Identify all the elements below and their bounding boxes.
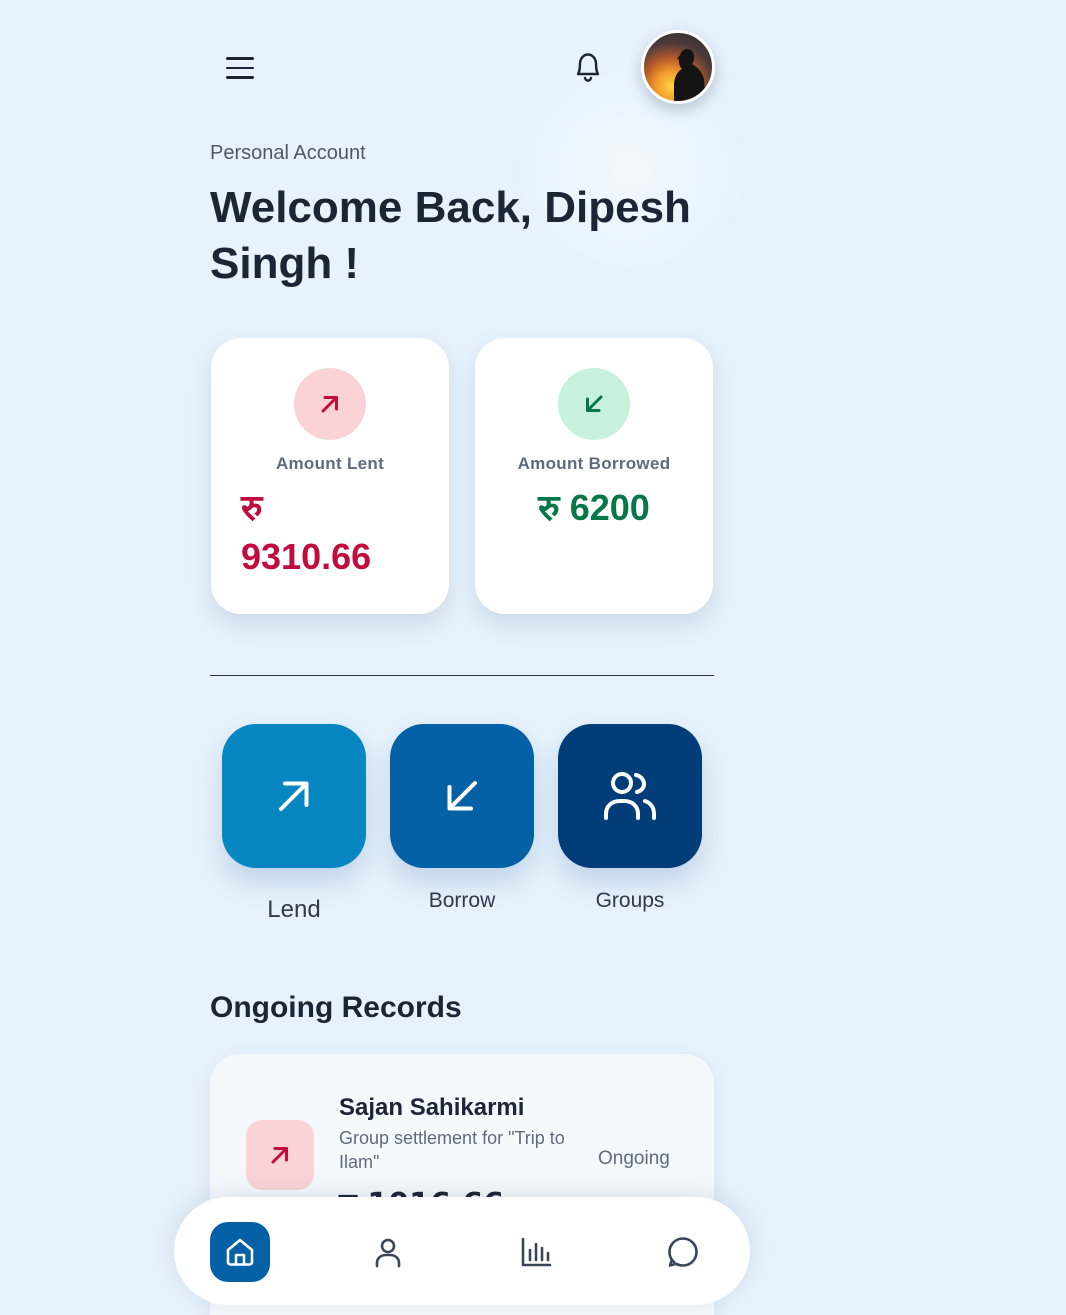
user-icon bbox=[375, 1238, 401, 1268]
status-badge: Ongoing bbox=[598, 1148, 670, 1169]
nav-profile-button[interactable] bbox=[358, 1222, 418, 1282]
avatar-silhouette bbox=[674, 48, 706, 101]
arrow-up-right-icon bbox=[246, 1120, 314, 1190]
amount-borrowed-card[interactable]: Amount Borrowed रु 6200 bbox=[475, 338, 713, 614]
record-name: Sajan Sahikarmi bbox=[339, 1094, 525, 1121]
section-title-ongoing-records: Ongoing Records bbox=[210, 991, 462, 1024]
account-type-label: Personal Account bbox=[210, 142, 366, 164]
groups-label: Groups bbox=[595, 889, 665, 912]
borrow-button[interactable] bbox=[390, 724, 534, 868]
nav-stats-button[interactable] bbox=[506, 1222, 566, 1282]
amount-borrowed-label: Amount Borrowed bbox=[517, 454, 671, 473]
amount-lent-label: Amount Lent bbox=[275, 454, 385, 473]
record-description: Group settlement for "Trip to Ilam" bbox=[339, 1128, 565, 1172]
hamburger-icon bbox=[226, 57, 254, 60]
home-icon bbox=[226, 1238, 254, 1266]
arrow-down-left-icon bbox=[447, 781, 477, 811]
lend-button[interactable] bbox=[222, 724, 366, 868]
notifications-button[interactable] bbox=[568, 46, 608, 88]
divider bbox=[210, 675, 714, 676]
bell-icon bbox=[576, 53, 600, 82]
amount-lent-value: रु 9310.66 bbox=[241, 488, 372, 577]
lend-label: Lend bbox=[267, 896, 321, 923]
amount-lent-card[interactable]: Amount Lent रु 9310.66 bbox=[211, 338, 449, 614]
page-title: Welcome Back, Dipesh Singh ! bbox=[210, 183, 691, 288]
groups-button[interactable] bbox=[558, 724, 702, 868]
arrow-down-left-icon bbox=[558, 368, 630, 440]
avatar[interactable] bbox=[641, 30, 715, 104]
users-icon bbox=[604, 772, 656, 820]
bottom-navigation bbox=[174, 1197, 750, 1305]
amount-borrowed-value: रु 6200 bbox=[538, 487, 650, 529]
bar-chart-icon bbox=[521, 1237, 552, 1267]
chat-icon bbox=[668, 1237, 698, 1267]
borrow-label: Borrow bbox=[428, 889, 496, 912]
arrow-up-right-icon bbox=[294, 368, 366, 440]
nav-home-button[interactable] bbox=[210, 1222, 270, 1282]
hamburger-menu-button[interactable] bbox=[220, 50, 260, 86]
nav-chat-button[interactable] bbox=[653, 1222, 713, 1282]
arrow-up-right-icon bbox=[279, 781, 309, 811]
